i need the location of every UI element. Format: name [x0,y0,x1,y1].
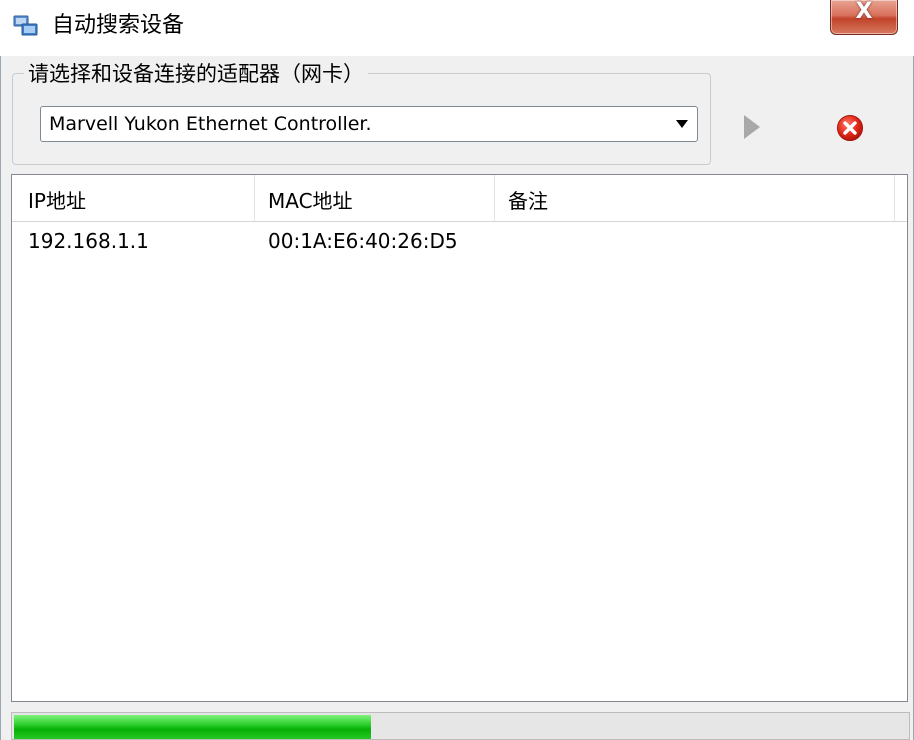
play-icon [744,115,760,139]
column-header-ip[interactable]: IP地址 [28,175,86,221]
close-button[interactable]: X [830,0,898,35]
column-divider[interactable] [254,175,255,221]
network-computer-icon [13,15,38,36]
column-header-note[interactable]: 备注 [508,175,548,221]
start-search-button[interactable] [738,110,768,144]
row-mac-cell: 00:1A:E6:40:26:D5 [268,229,458,253]
table-row[interactable]: 192.168.1.1 00:1A:E6:40:26:D5 [12,227,907,257]
adapter-select-value: Marvell Yukon Ethernet Controller. [49,113,372,135]
row-ip-cell: 192.168.1.1 [28,229,149,253]
column-header-mac[interactable]: MAC地址 [268,175,353,221]
title-bar: 自动搜索设备 X [0,0,914,56]
close-icon: X [855,0,873,24]
stop-error-icon [837,115,863,141]
progress-fill [14,715,371,739]
column-divider[interactable] [894,175,895,221]
window-title: 自动搜索设备 [52,13,185,38]
search-progress-bar [11,712,910,740]
device-list-header: IP地址 MAC地址 备注 [12,175,907,222]
column-divider[interactable] [494,175,495,221]
stop-search-button[interactable] [836,114,864,142]
chevron-down-icon[interactable] [676,120,688,128]
device-list[interactable]: IP地址 MAC地址 备注 192.168.1.1 00:1A:E6:40:26… [11,174,908,702]
adapter-select[interactable]: Marvell Yukon Ethernet Controller. [40,106,698,142]
adapter-group-legend: 请选择和设备连接的适配器（网卡） [24,60,368,88]
